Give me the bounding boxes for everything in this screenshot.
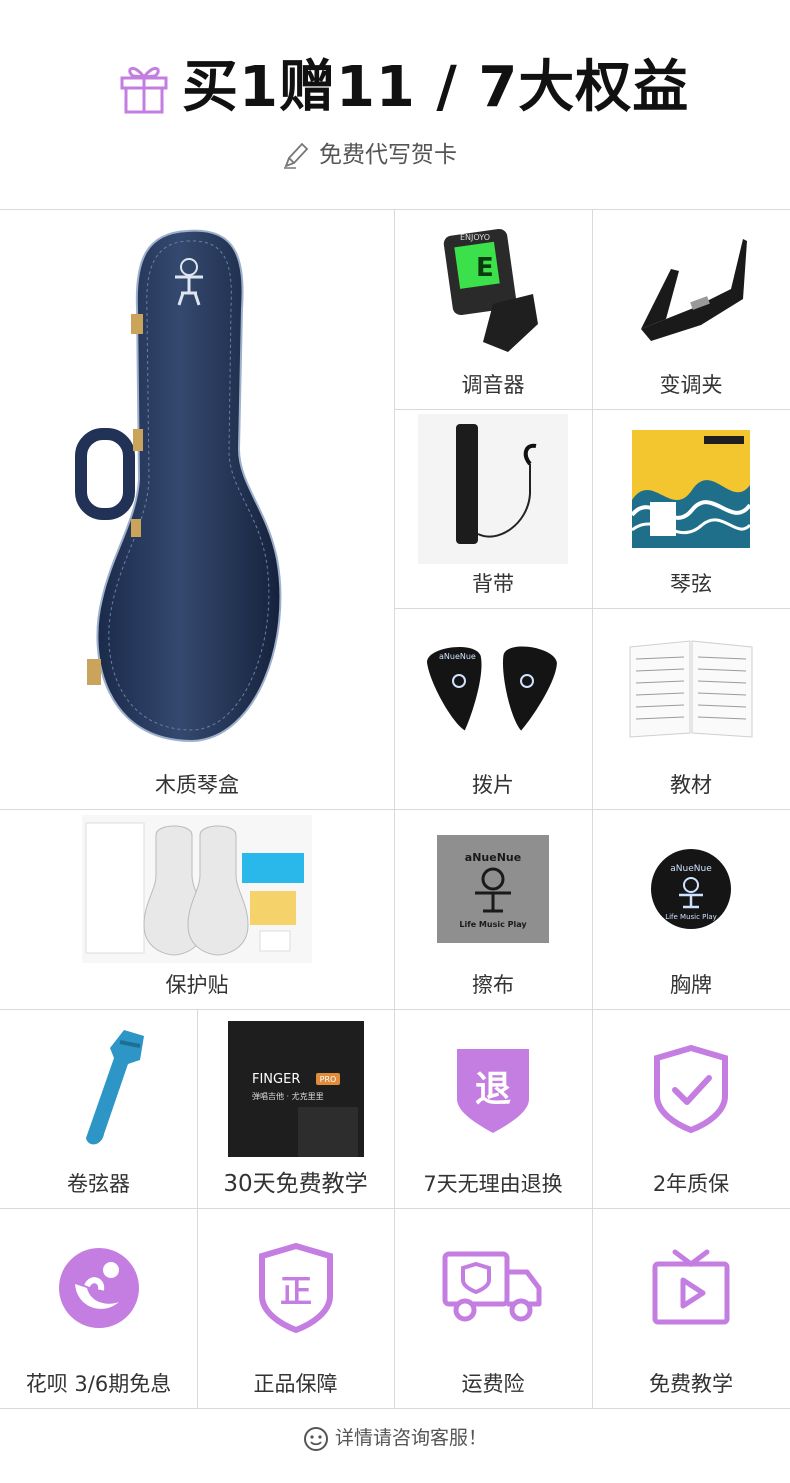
item-online-course: FINGER PRO 弹唱吉他 · 尤克里里 30天免费教学 — [197, 1009, 394, 1208]
item-cloth: aNueNue Life Music Play 擦布 — [394, 809, 592, 1009]
tuner-brand: ENJOYO — [460, 233, 490, 242]
item-label: 背带 — [472, 572, 514, 596]
ukulele-case-image — [75, 229, 282, 743]
item-label: 2年质保 — [652, 1172, 730, 1196]
genuine-shield-icon: 正 — [258, 1242, 333, 1334]
item-label: 教材 — [670, 773, 712, 797]
item-wooden-case: 木质琴盒 — [0, 209, 394, 809]
customer-service-footer[interactable]: 详情请咨询客服！ — [0, 1409, 790, 1483]
greeting-card-subtitle: 免费代写贺卡 — [319, 142, 457, 168]
pen-icon — [284, 142, 309, 169]
picks-brand: aNueNue — [439, 652, 476, 661]
item-label: 7天无理由退换 — [423, 1172, 563, 1196]
item-label: 正品保障 — [253, 1372, 338, 1396]
item-label: 卷弦器 — [67, 1172, 130, 1196]
cloth-brand: aNueNue — [465, 851, 521, 864]
cleaning-cloth-image: aNueNue Life Music Play — [437, 835, 549, 943]
item-strap: 背带 — [394, 409, 592, 608]
textbook-image — [629, 639, 753, 738]
item-picks: aNueNue 拨片 — [394, 608, 592, 809]
return-glyph: 退 — [475, 1069, 511, 1110]
return-shield-icon: 退 — [457, 1048, 529, 1133]
badge-slogan: Life Music Play — [665, 913, 717, 921]
item-return-policy: 退 7天无理由退换 — [394, 1009, 592, 1208]
item-shipping-insurance: 运费险 — [394, 1208, 592, 1408]
item-book: 教材 — [592, 608, 790, 809]
course-line: 弹唱吉他 · 尤克里里 — [252, 1091, 324, 1101]
item-capo: 变调夹 — [592, 209, 790, 409]
item-strings: 琴弦 — [592, 409, 790, 608]
item-tuner: E ENJOYO 调音器 — [394, 209, 592, 409]
benefits-grid: 木质琴盒 E ENJOYO 调音器 变调夹 背带 琴弦 aNueNue 拨片 教… — [0, 209, 790, 1409]
tuner-image: E ENJOYO — [443, 228, 538, 352]
item-label: 保护贴 — [165, 973, 229, 997]
course-brand: FINGER — [252, 1072, 300, 1087]
item-label: 变调夹 — [659, 373, 723, 397]
finger-pro-course-image: FINGER PRO 弹唱吉他 · 尤克里里 — [227, 1020, 364, 1157]
footer-text: 详情请咨询客服！ — [334, 1427, 487, 1449]
item-label: 免费教学 — [649, 1372, 733, 1396]
picks-image: aNueNue — [427, 645, 557, 731]
tuner-display: E — [476, 253, 494, 283]
item-label: 胸牌 — [670, 973, 712, 997]
cloth-slogan: Life Music Play — [459, 920, 527, 929]
item-winder: 卷弦器 — [0, 1009, 197, 1208]
item-label: 花呗 3/6期免息 — [25, 1372, 172, 1396]
gift-icon — [120, 67, 168, 114]
genuine-glyph: 正 — [279, 1272, 311, 1310]
item-label: 木质琴盒 — [155, 773, 239, 797]
video-tv-icon — [652, 1249, 730, 1325]
strap-image — [418, 413, 568, 564]
item-genuine-guarantee: 正 正品保障 — [197, 1208, 394, 1408]
item-label: 擦布 — [472, 973, 514, 997]
item-label: 拨片 — [472, 773, 514, 797]
item-label: 运费险 — [461, 1372, 525, 1396]
badge-image: aNueNue Life Music Play — [651, 849, 731, 929]
string-winder-image — [85, 1029, 144, 1144]
delivery-truck-icon — [442, 1251, 542, 1322]
strings-package-image — [632, 429, 750, 548]
item-label: 调音器 — [461, 373, 525, 397]
promo-header: 买1赠11 / 7大权益 免费代写贺卡 — [0, 0, 790, 209]
item-badge: aNueNue Life Music Play 胸牌 — [592, 809, 790, 1009]
item-label: 30天免费教学 — [223, 1171, 368, 1197]
course-pro-tag: PRO — [319, 1075, 336, 1084]
promo-title: 买1赠11 / 7大权益 — [182, 55, 690, 120]
badge-brand: aNueNue — [670, 864, 712, 874]
warranty-shield-check-icon — [654, 1044, 728, 1133]
capo-image — [641, 239, 747, 341]
item-warranty: 2年质保 — [592, 1009, 790, 1208]
protector-sticker-image — [82, 815, 312, 963]
item-label: 琴弦 — [670, 572, 712, 596]
item-huabei-installment: 花呗 3/6期免息 — [0, 1208, 197, 1408]
huabei-icon — [58, 1248, 139, 1328]
item-protector: 保护贴 — [0, 809, 394, 1009]
item-free-teaching: 免费教学 — [592, 1208, 790, 1408]
chat-face-icon — [303, 1426, 328, 1451]
